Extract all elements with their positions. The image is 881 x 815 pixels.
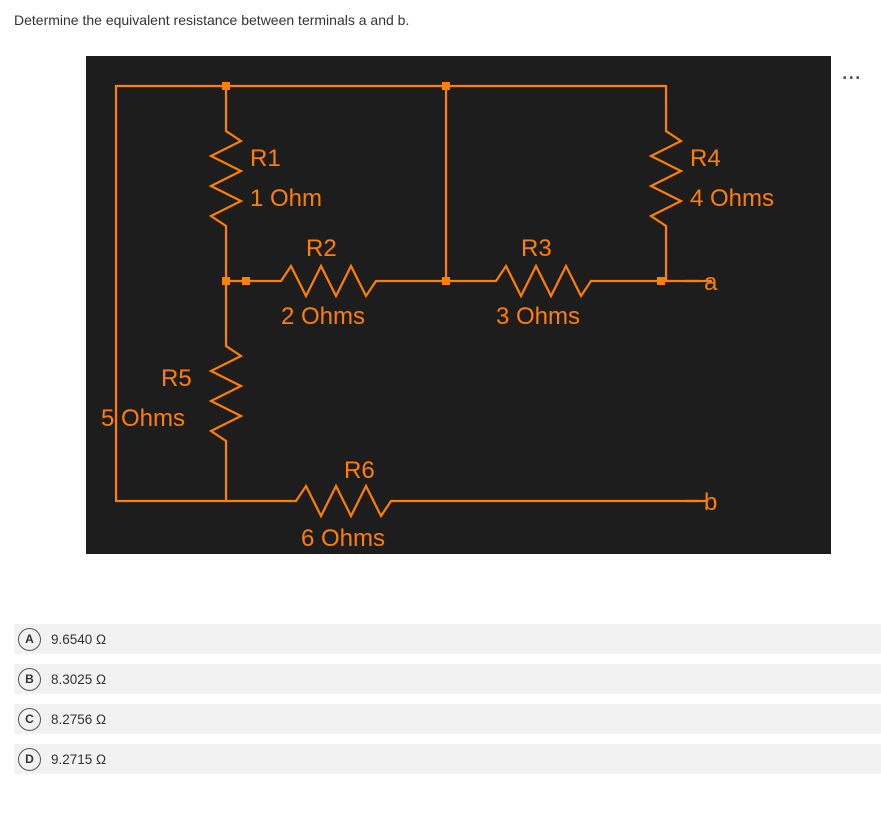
r2-value: 2 Ohms: [281, 303, 365, 330]
answer-text: 9.6540 Ω: [51, 632, 106, 647]
r2-label: R2: [306, 235, 337, 262]
question-text: Determine the equivalent resistance betw…: [14, 12, 881, 28]
answer-text: 8.3025 Ω: [51, 672, 106, 687]
r1-value: 1 Ohm: [250, 185, 322, 212]
r4-value: 4 Ohms: [690, 185, 774, 212]
answer-letter: C: [18, 708, 41, 731]
answer-option-a[interactable]: A 9.6540 Ω: [14, 624, 881, 654]
answer-letter: A: [18, 628, 41, 651]
answer-option-b[interactable]: B 8.3025 Ω: [14, 664, 881, 694]
r6-label: R6: [344, 457, 375, 484]
answer-text: 8.2756 Ω: [51, 712, 106, 727]
r3-value: 3 Ohms: [496, 303, 580, 330]
answers-list: A 9.6540 Ω B 8.3025 Ω C 8.2756 Ω D 9.271…: [14, 624, 881, 774]
answer-option-c[interactable]: C 8.2756 Ω: [14, 704, 881, 734]
more-options-button[interactable]: ...: [839, 60, 865, 86]
r5-label: R5: [161, 365, 192, 392]
more-icon: ...: [842, 63, 862, 84]
terminal-a: a: [704, 269, 718, 296]
r3-label: R3: [521, 235, 552, 262]
answer-letter: B: [18, 668, 41, 691]
r1-label: R1: [250, 145, 281, 172]
answer-option-d[interactable]: D 9.2715 Ω: [14, 744, 881, 774]
r4-label: R4: [690, 145, 721, 172]
circuit-diagram: R1 1 Ohm R2 2 Ohms R3 3 Ohms R4 4 Ohms R…: [86, 56, 831, 554]
answer-letter: D: [18, 748, 41, 771]
answer-text: 9.2715 Ω: [51, 752, 106, 767]
terminal-b: b: [704, 489, 717, 516]
r6-value: 6 Ohms: [301, 525, 385, 552]
r5-value: 5 Ohms: [101, 405, 185, 432]
